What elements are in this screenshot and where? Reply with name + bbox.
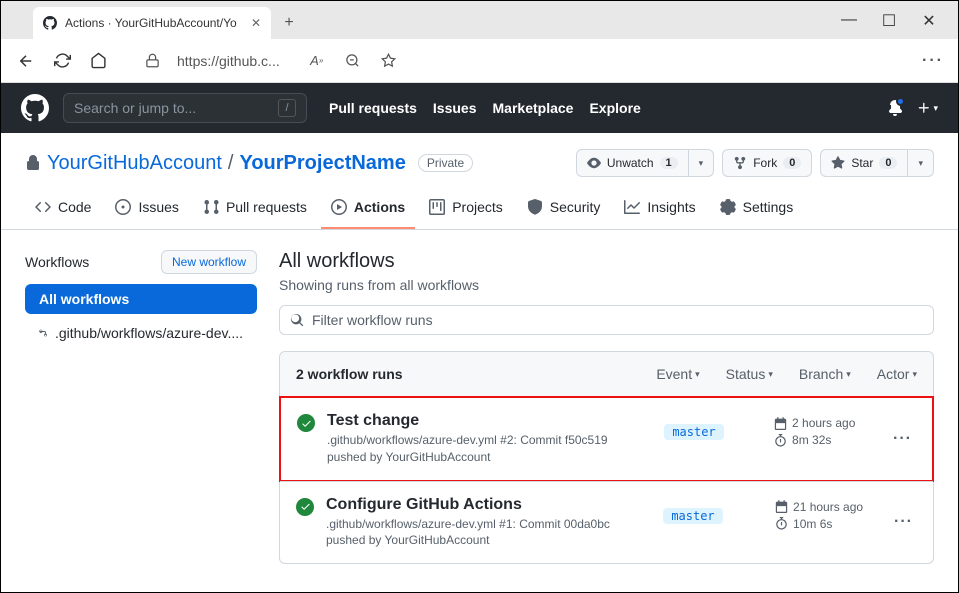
success-icon <box>296 498 314 516</box>
branch-tag[interactable]: master <box>664 424 723 440</box>
github-header: Search or jump to... / Pull requests Iss… <box>1 83 958 133</box>
browser-toolbar: https://github.c... A» ··· <box>1 39 958 83</box>
home-button[interactable] <box>87 50 109 72</box>
repo-actions: Unwatch 1 ▾ Fork 0 Star 0 ▾ <box>576 149 934 177</box>
nav-pull-requests[interactable]: Pull requests <box>329 100 417 116</box>
slash-icon: / <box>278 99 296 117</box>
repo-header: YourGitHubAccount / YourProjectName Priv… <box>1 133 958 177</box>
create-new-dropdown[interactable]: ▾ <box>917 101 938 115</box>
github-favicon <box>43 16 57 30</box>
run-menu-icon[interactable]: ··· <box>889 426 916 452</box>
favorite-icon[interactable] <box>378 50 400 72</box>
unwatch-button[interactable]: Unwatch 1 <box>576 149 689 177</box>
breadcrumb: YourGitHubAccount / YourProjectName Priv… <box>25 152 473 175</box>
calendar-icon <box>775 500 788 513</box>
minimize-button[interactable]: — <box>838 11 860 31</box>
tab-issues[interactable]: Issues <box>105 191 188 229</box>
workflow-icon <box>39 326 47 340</box>
filter-actor[interactable]: Actor▾ <box>877 366 917 382</box>
runs-count: 2 workflow runs <box>296 366 403 382</box>
workflow-run-row[interactable]: Test change .github/workflows/azure-dev.… <box>279 396 934 482</box>
run-timing: 2 hours ago 8m 32s <box>774 412 869 447</box>
tab-code[interactable]: Code <box>25 191 101 229</box>
nav-explore[interactable]: Explore <box>589 100 640 116</box>
run-meta: .github/workflows/azure-dev.yml #2: Comm… <box>327 432 617 466</box>
browser-tab[interactable]: Actions · YourGitHubAccount/Yo ✕ <box>33 7 271 39</box>
star-dropdown[interactable]: ▾ <box>908 149 934 177</box>
search-input[interactable]: Search or jump to... / <box>63 93 307 123</box>
repo-name-link[interactable]: YourProjectName <box>239 152 405 175</box>
new-workflow-button[interactable]: New workflow <box>161 250 257 274</box>
filter-placeholder: Filter workflow runs <box>312 312 433 328</box>
tab-projects[interactable]: Projects <box>419 191 513 229</box>
run-menu-icon[interactable]: ··· <box>890 509 917 535</box>
stopwatch-icon <box>774 434 787 447</box>
filter-branch[interactable]: Branch▾ <box>799 366 851 382</box>
browser-tab-strip: Actions · YourGitHubAccount/Yo ✕ + — ☐ ✕ <box>1 1 958 39</box>
workflow-run-row[interactable]: Configure GitHub Actions .github/workflo… <box>280 481 933 564</box>
calendar-icon <box>774 417 787 430</box>
repo-nav: Code Issues Pull requests Actions Projec… <box>1 191 958 230</box>
search-placeholder: Search or jump to... <box>74 100 196 116</box>
stopwatch-icon <box>775 517 788 530</box>
fork-button[interactable]: Fork 0 <box>722 149 812 177</box>
tab-pulls[interactable]: Pull requests <box>193 191 317 229</box>
site-info-icon[interactable] <box>141 50 163 72</box>
maximize-button[interactable]: ☐ <box>878 11 900 31</box>
visibility-badge: Private <box>418 154 473 172</box>
success-icon <box>297 414 315 432</box>
tab-security[interactable]: Security <box>517 191 611 229</box>
repo-lock-icon <box>25 155 41 171</box>
unwatch-dropdown[interactable]: ▾ <box>689 149 715 177</box>
close-button[interactable]: ✕ <box>918 11 940 31</box>
new-tab-button[interactable]: + <box>275 9 303 37</box>
branch-tag[interactable]: master <box>663 508 722 524</box>
back-button[interactable] <box>15 50 37 72</box>
sidebar-title: Workflows <box>25 254 89 270</box>
sidebar-workflow-item[interactable]: .github/workflows/azure-dev.... <box>25 318 257 348</box>
runs-header: 2 workflow runs Event▾ Status▾ Branch▾ A… <box>280 352 933 397</box>
tab-actions[interactable]: Actions <box>321 191 415 229</box>
run-meta: .github/workflows/azure-dev.yml #1: Comm… <box>326 516 616 550</box>
tab-settings[interactable]: Settings <box>710 191 804 229</box>
breadcrumb-sep: / <box>228 152 234 175</box>
refresh-button[interactable] <box>51 50 73 72</box>
sidebar-all-workflows[interactable]: All workflows <box>25 284 257 314</box>
search-icon <box>290 313 304 327</box>
main-content: Workflows New workflow All workflows .gi… <box>1 230 958 584</box>
page-title: All workflows <box>279 250 934 273</box>
content-area: All workflows Showing runs from all work… <box>279 250 934 564</box>
reader-icon[interactable]: A» <box>306 50 328 72</box>
address-bar[interactable]: https://github.c... <box>177 53 280 69</box>
filter-event[interactable]: Event▾ <box>656 366 699 382</box>
filter-status[interactable]: Status▾ <box>726 366 773 382</box>
star-button[interactable]: Star 0 <box>820 149 908 177</box>
notifications-icon[interactable] <box>887 99 903 117</box>
run-title: Test change <box>327 412 617 430</box>
tab-insights[interactable]: Insights <box>614 191 705 229</box>
tab-close-icon[interactable]: ✕ <box>251 16 261 30</box>
window-controls: — ☐ ✕ <box>838 11 958 39</box>
zoom-icon[interactable] <box>342 50 364 72</box>
page-subtitle: Showing runs from all workflows <box>279 277 934 293</box>
tab-title: Actions · YourGitHubAccount/Yo <box>65 16 237 30</box>
run-title: Configure GitHub Actions <box>326 496 616 514</box>
header-nav: Pull requests Issues Marketplace Explore <box>329 100 641 116</box>
workflows-sidebar: Workflows New workflow All workflows .gi… <box>25 250 257 564</box>
workflow-runs-list: 2 workflow runs Event▾ Status▾ Branch▾ A… <box>279 351 934 564</box>
run-timing: 21 hours ago 10m 6s <box>775 496 870 531</box>
nav-marketplace[interactable]: Marketplace <box>493 100 574 116</box>
filter-input[interactable]: Filter workflow runs <box>279 305 934 335</box>
notification-dot <box>896 97 905 106</box>
more-icon[interactable]: ··· <box>922 52 944 70</box>
github-logo-icon[interactable] <box>21 94 49 122</box>
repo-owner-link[interactable]: YourGitHubAccount <box>47 152 222 175</box>
nav-issues[interactable]: Issues <box>433 100 477 116</box>
